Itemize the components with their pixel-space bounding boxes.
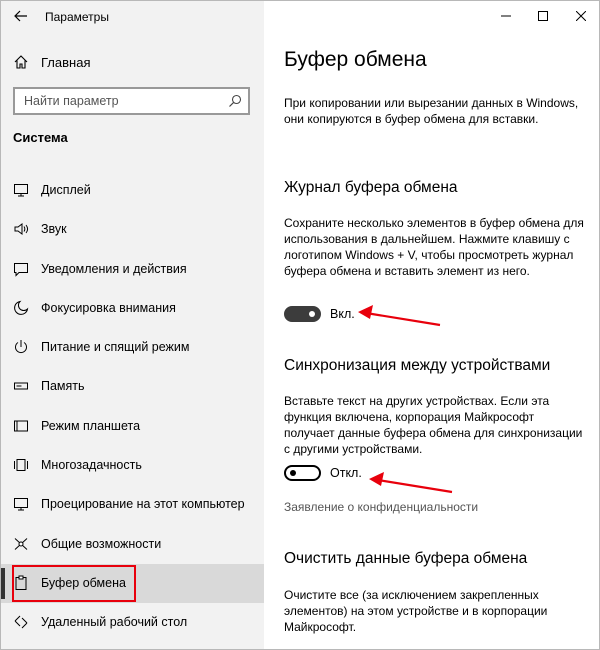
search-input[interactable]: Найти параметр — [13, 87, 250, 115]
sidebar-item-projecting[interactable]: Проецирование на этот компьютер — [1, 485, 264, 524]
sidebar-item-display[interactable]: Дисплей — [1, 171, 264, 210]
sidebar-item-label: Режим планшета — [41, 418, 141, 433]
project-icon — [14, 498, 28, 511]
back-arrow-icon — [14, 10, 27, 22]
clipboard-icon — [15, 575, 27, 590]
notification-icon — [14, 262, 28, 277]
page-title: Буфер обмена — [284, 48, 427, 71]
sidebar-item-multitasking[interactable]: Многозадачность — [1, 446, 264, 485]
sync-description: Вставьте текст на других устройствах. Ес… — [284, 394, 583, 456]
power-icon — [15, 340, 27, 354]
maximize-icon — [538, 11, 548, 21]
selection-accent — [1, 567, 5, 599]
sidebar-item-notifications[interactable]: Уведомления и действия — [1, 250, 264, 289]
annotation-arrow-history — [358, 305, 441, 327]
content-pane: Буфер обмена При копировании или вырезан… — [264, 1, 599, 649]
sidebar-item-label: Память — [41, 379, 85, 394]
sidebar-item-label: Проецирование на этот компьютер — [41, 497, 245, 512]
sidebar-item-label: Удаленный рабочий стол — [41, 615, 188, 630]
sidebar-item-home[interactable]: Главная — [1, 49, 264, 75]
sidebar-item-label: Питание и спящий режим — [41, 340, 190, 355]
sidebar: Параметры Главная Найти параметр Система… — [1, 1, 264, 649]
title-bar: Параметры — [1, 1, 264, 32]
speaker-icon — [14, 223, 28, 236]
sync-heading: Синхронизация между устройствами — [284, 357, 551, 374]
history-toggle[interactable] — [284, 306, 321, 322]
toggle-knob — [290, 470, 296, 476]
storage-icon — [14, 382, 28, 390]
intro-text: При копировании или вырезании данных в W… — [284, 96, 579, 126]
settings-window: Параметры Главная Найти параметр Система… — [0, 0, 600, 650]
annotation-arrow-sync — [369, 472, 453, 494]
sidebar-item-label: Фокусировка внимания — [41, 300, 176, 315]
sidebar-item-label: Буфер обмена — [41, 575, 126, 590]
multitask-icon — [14, 459, 28, 472]
maximize-button[interactable] — [526, 1, 560, 31]
sync-toggle-label: Откл. — [330, 466, 362, 480]
moon-icon — [14, 300, 29, 315]
sidebar-nav: Дисплей Звук Уведомления и действия Фоку… — [1, 171, 264, 643]
sync-toggle[interactable] — [284, 465, 321, 481]
history-description: Сохраните несколько элементов в буфер об… — [284, 216, 584, 278]
sidebar-item-focus-assist[interactable]: Фокусировка внимания — [1, 289, 264, 328]
clear-heading: Очистить данные буфера обмена — [284, 550, 528, 567]
sidebar-item-label: Общие возможности — [41, 536, 162, 551]
sidebar-item-remote-desktop[interactable]: Удаленный рабочий стол — [1, 603, 264, 642]
tablet-icon — [14, 420, 28, 432]
shared-icon — [14, 537, 28, 550]
close-icon — [576, 11, 586, 21]
sidebar-item-power[interactable]: Питание и спящий режим — [1, 328, 264, 367]
clear-description: Очистите все (за исключением закрепленны… — [284, 588, 548, 634]
sidebar-item-sound[interactable]: Звук — [1, 210, 264, 249]
sidebar-item-tablet-mode[interactable]: Режим планшета — [1, 407, 264, 446]
monitor-icon — [14, 184, 28, 197]
sidebar-item-shared-experiences[interactable]: Общие возможности — [1, 525, 264, 564]
section-title: Система — [13, 130, 68, 145]
home-icon — [14, 55, 28, 69]
search-icon[interactable] — [228, 94, 242, 108]
toggle-knob — [309, 311, 315, 317]
close-button[interactable] — [564, 1, 598, 31]
home-label: Главная — [41, 55, 91, 70]
sidebar-item-label: Звук — [41, 222, 67, 237]
sidebar-item-label: Многозадачность — [41, 458, 142, 473]
minimize-button[interactable] — [489, 1, 523, 31]
sidebar-item-clipboard[interactable]: Буфер обмена — [1, 563, 264, 604]
minimize-icon — [501, 15, 511, 17]
search-placeholder: Найти параметр — [24, 94, 119, 108]
back-button[interactable] — [7, 5, 35, 27]
privacy-statement-link[interactable]: Заявление о конфиденциальности — [284, 500, 478, 514]
sidebar-item-label: Дисплей — [41, 183, 91, 197]
remote-desktop-icon — [14, 615, 28, 629]
sidebar-item-storage[interactable]: Память — [1, 367, 264, 406]
window-title: Параметры — [45, 10, 109, 24]
sidebar-item-label: Уведомления и действия — [41, 261, 187, 276]
history-heading: Журнал буфера обмена — [284, 179, 458, 196]
history-toggle-label: Вкл. — [330, 307, 355, 321]
